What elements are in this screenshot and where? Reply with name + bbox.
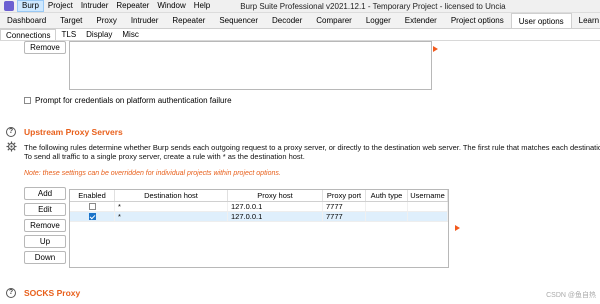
subtab-display[interactable]: Display bbox=[81, 29, 117, 40]
upstream-description-line2: To send all traffic to a single proxy se… bbox=[24, 152, 305, 161]
tab-comparer[interactable]: Comparer bbox=[309, 13, 359, 28]
column-header-enabled[interactable]: Enabled bbox=[70, 190, 115, 201]
column-header-destination-host[interactable]: Destination host bbox=[115, 190, 228, 201]
tab-proxy[interactable]: Proxy bbox=[89, 13, 123, 28]
expand-arrow-icon[interactable] bbox=[433, 46, 438, 52]
subtab-connections[interactable]: Connections bbox=[0, 29, 57, 40]
cell-proxy-host: 127.0.0.1 bbox=[228, 202, 323, 211]
cell-proxy-port: 7777 bbox=[323, 202, 366, 211]
window-title: Burp Suite Professional v2021.12.1 - Tem… bbox=[240, 1, 506, 11]
watermark: CSDN @鱼自热 bbox=[546, 292, 596, 299]
main-tab-bar: Dashboard Target Proxy Intruder Repeater… bbox=[0, 13, 600, 29]
table-expand-arrow-icon[interactable] bbox=[455, 225, 460, 231]
help-icon[interactable]: ? bbox=[6, 127, 16, 137]
tab-repeater[interactable]: Repeater bbox=[165, 13, 212, 28]
up-button[interactable]: Up bbox=[24, 235, 66, 248]
tab-user-options[interactable]: User options bbox=[510, 13, 572, 28]
cell-auth-type bbox=[366, 212, 408, 221]
column-header-username[interactable]: Username bbox=[408, 190, 448, 201]
upstream-description-line1: The following rules determine whether Bu… bbox=[24, 143, 600, 152]
prompt-credentials-checkbox[interactable] bbox=[24, 97, 31, 104]
cell-destination-host: * bbox=[115, 202, 228, 211]
upstream-note: Note: these settings can be overridden f… bbox=[24, 170, 281, 177]
table-row-selected[interactable]: * 127.0.0.1 7777 bbox=[70, 212, 448, 222]
remove-button[interactable]: Remove bbox=[24, 219, 66, 232]
tab-extender[interactable]: Extender bbox=[398, 13, 444, 28]
tab-logger[interactable]: Logger bbox=[359, 13, 398, 28]
tab-target[interactable]: Target bbox=[53, 13, 89, 28]
subtab-misc[interactable]: Misc bbox=[117, 29, 143, 40]
upstream-proxy-title: Upstream Proxy Servers bbox=[24, 127, 123, 137]
gear-icon[interactable] bbox=[6, 141, 17, 152]
tab-dashboard[interactable]: Dashboard bbox=[0, 13, 53, 28]
tab-project-options[interactable]: Project options bbox=[444, 13, 511, 28]
platform-auth-remove-button[interactable]: Remove bbox=[24, 41, 66, 54]
menu-bar: Burp Project Intruder Repeater Window He… bbox=[0, 0, 600, 13]
menu-repeater[interactable]: Repeater bbox=[112, 0, 153, 12]
menu-intruder[interactable]: Intruder bbox=[77, 0, 113, 12]
down-button[interactable]: Down bbox=[24, 251, 66, 264]
cell-proxy-port: 7777 bbox=[323, 212, 366, 221]
platform-auth-list[interactable] bbox=[69, 41, 432, 90]
row-enabled-checkbox-checked[interactable] bbox=[88, 213, 96, 221]
socks-help-icon[interactable]: ? bbox=[6, 288, 16, 298]
cell-proxy-host: 127.0.0.1 bbox=[228, 212, 323, 221]
table-header: Enabled Destination host Proxy host Prox… bbox=[70, 190, 448, 202]
cell-destination-host: * bbox=[115, 212, 228, 221]
row-enabled-checkbox[interactable] bbox=[88, 203, 96, 211]
column-header-auth-type[interactable]: Auth type bbox=[366, 190, 408, 201]
edit-button[interactable]: Edit bbox=[24, 203, 66, 216]
upstream-proxy-table[interactable]: Enabled Destination host Proxy host Prox… bbox=[69, 189, 449, 268]
column-header-proxy-host[interactable]: Proxy host bbox=[228, 190, 323, 201]
cell-auth-type bbox=[366, 202, 408, 211]
column-header-proxy-port[interactable]: Proxy port bbox=[323, 190, 366, 201]
add-button[interactable]: Add bbox=[24, 187, 66, 200]
cell-username bbox=[408, 202, 448, 211]
menu-project[interactable]: Project bbox=[44, 0, 77, 12]
socks-proxy-title: SOCKS Proxy bbox=[24, 288, 81, 298]
tab-sequencer[interactable]: Sequencer bbox=[212, 13, 265, 28]
burp-logo-icon bbox=[4, 1, 14, 11]
prompt-credentials-label: Prompt for credentials on platform authe… bbox=[35, 96, 232, 105]
menu-window[interactable]: Window bbox=[153, 0, 189, 12]
tab-decoder[interactable]: Decoder bbox=[265, 13, 309, 28]
menu-burp[interactable]: Burp bbox=[17, 0, 44, 12]
tab-learn[interactable]: Learn bbox=[572, 13, 600, 28]
sub-tab-bar: Connections TLS Display Misc bbox=[0, 29, 600, 41]
tab-intruder[interactable]: Intruder bbox=[124, 13, 166, 28]
menu-help[interactable]: Help bbox=[190, 0, 214, 12]
cell-username bbox=[408, 212, 448, 221]
table-row[interactable]: * 127.0.0.1 7777 bbox=[70, 202, 448, 212]
subtab-tls[interactable]: TLS bbox=[56, 29, 81, 40]
